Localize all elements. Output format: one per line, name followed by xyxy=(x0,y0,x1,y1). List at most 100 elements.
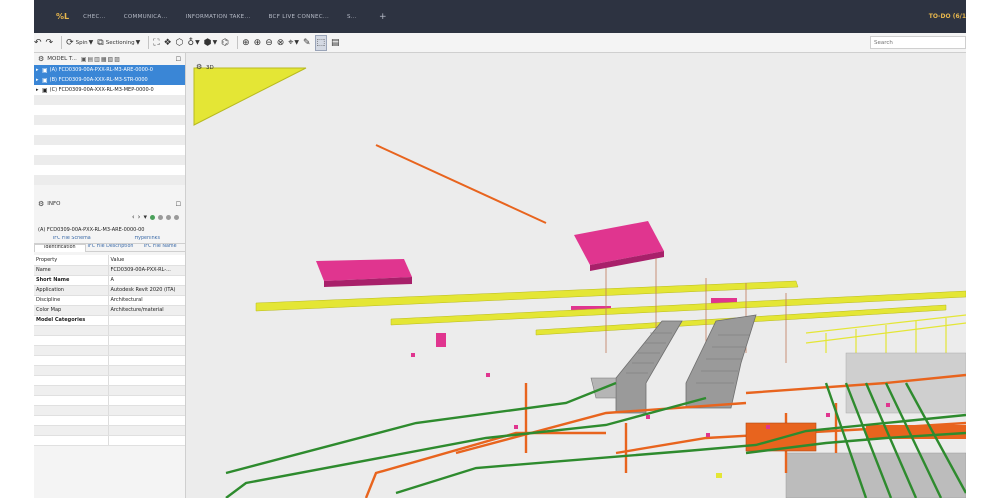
model-file-icon: ▣ xyxy=(42,66,48,74)
table-row[interactable]: Color Map Architecture/material xyxy=(34,305,185,316)
spin-label: Spin xyxy=(75,39,88,46)
yellow-truss[interactable] xyxy=(805,314,966,353)
tab-ifc-file-schema[interactable]: IFC File Schema xyxy=(34,236,110,244)
hide-objects-icon[interactable]: ⛶ xyxy=(153,35,159,51)
toolbar-divider xyxy=(237,36,239,49)
zoom-out-icon[interactable]: ⊖ xyxy=(265,35,273,51)
info-tabs-row-1: IFC File Schema Hyperlinks xyxy=(34,236,185,244)
property-value: Autodesk Revit 2020 (ITA) xyxy=(108,285,185,296)
chevron-down-icon: ▼ xyxy=(88,39,94,46)
tab-ifc-file-description[interactable]: IFC File Description xyxy=(85,244,136,252)
tab-ifc-file-name[interactable]: IFC File Name xyxy=(135,244,186,252)
empty-row xyxy=(34,155,185,165)
viewport-label: ⚙ 3D xyxy=(196,63,214,71)
tab-s[interactable]: S... xyxy=(347,14,357,20)
table-row[interactable]: Model Categories xyxy=(34,315,185,326)
tab-information-takeoff[interactable]: INFORMATION TAKE... xyxy=(186,14,251,20)
undo-icon[interactable]: ↶ xyxy=(34,35,42,51)
perspective-icon[interactable]: ⌬ xyxy=(221,35,229,51)
empty-row xyxy=(34,105,185,115)
toolbar-divider xyxy=(61,36,63,49)
tab-bcf-live-connect[interactable]: BCF LIVE CONNEC... xyxy=(269,14,329,20)
info-tabs-row-2: Identification IFC File Description IFC … xyxy=(34,244,186,252)
markup-icon[interactable]: ✎ xyxy=(303,35,311,51)
back-icon[interactable]: ‹ xyxy=(132,213,135,221)
table-row[interactable]: Short Name A xyxy=(34,275,185,286)
3d-scene[interactable] xyxy=(186,53,966,498)
toolbar-divider xyxy=(148,36,150,49)
ghost-objects-icon[interactable]: ❖ xyxy=(164,35,172,51)
empty-row xyxy=(34,365,185,376)
magenta-duct-box[interactable] xyxy=(436,333,446,347)
empty-row xyxy=(34,335,185,346)
column-header-value[interactable]: Value xyxy=(108,255,185,266)
todo-counter[interactable]: TO-DO (6/1 xyxy=(929,13,966,20)
magenta-duct-box[interactable] xyxy=(574,221,664,271)
transparency-icon[interactable]: ♁ ▼ xyxy=(188,35,200,51)
select-icon[interactable]: ⬚ xyxy=(314,34,328,51)
zoom-extents-icon[interactable]: ⊕ xyxy=(242,35,250,51)
zoom-window-icon[interactable]: ⊗ xyxy=(277,35,285,51)
3d-viewport[interactable]: ⚙ 3D xyxy=(186,53,966,498)
model-tree-tools-icon[interactable]: ▣▤▥▦▧▨ xyxy=(81,56,121,63)
add-tab-button[interactable]: + xyxy=(379,12,387,22)
tab-check[interactable]: CHEC... xyxy=(83,14,106,20)
property-key: Discipline xyxy=(34,295,109,306)
measure-icon[interactable]: ⌖ ▼ xyxy=(288,35,299,51)
property-table-header: Property Value xyxy=(34,255,185,266)
empty-row xyxy=(34,125,185,135)
yellow-slab[interactable] xyxy=(193,67,307,126)
chevron-down-icon: ▼ xyxy=(195,39,200,46)
chevron-down-icon[interactable]: ▾ xyxy=(143,213,147,221)
sectioning-button[interactable]: ⧉ Sectioning ▼ xyxy=(97,35,140,51)
empty-row xyxy=(34,355,185,366)
empty-row xyxy=(34,395,185,406)
tree-item-label: (B) FCD0309-00A-XXX-RL-M3-STR-0000 xyxy=(49,77,148,83)
maximize-icon[interactable]: ☐ xyxy=(176,201,181,208)
empty-row xyxy=(34,135,185,145)
property-value xyxy=(108,315,185,326)
empty-row xyxy=(34,415,185,426)
tree-item-model-a[interactable]: ▸ ▣ (A) FCD0309-00A-PXX-RL-M3-ARE-0000-0 xyxy=(34,65,185,75)
status-dot-icon xyxy=(158,214,163,220)
main-toolbar: ↶ ↷ ⟳ Spin ▼ ⧉ Sectioning ▼ ⛶ ❖ ⬡ ♁ ▼ ⬢ ▼ ⌬ ⊕ … xyxy=(34,33,966,53)
redo-icon[interactable]: ↷ xyxy=(46,35,54,51)
isolate-icon[interactable]: ⬡ xyxy=(176,35,184,51)
tree-item-label: (C) FCD0309-00A-XXX-RL-M3-MEP-0000-0 xyxy=(49,87,154,93)
escalator-left[interactable] xyxy=(590,320,683,414)
chevron-down-icon: ▼ xyxy=(294,39,299,46)
column-header-property[interactable]: Property xyxy=(34,255,109,266)
property-key: Short Name xyxy=(34,275,109,286)
info-title: INFO xyxy=(47,201,61,207)
search-input[interactable] xyxy=(870,36,966,49)
info-header: ⚙ INFO ☐ xyxy=(34,198,185,210)
spin-button[interactable]: ⟳ Spin ▼ xyxy=(66,35,93,51)
info-panel: ⚙ INFO ☐ ‹ › ▾ (A) FCD0309-00A-PXX-RL-M3… xyxy=(34,198,186,498)
zoom-in-icon[interactable]: ⊕ xyxy=(254,35,262,51)
maximize-icon[interactable]: ☐ xyxy=(176,56,181,63)
tree-item-model-c[interactable]: ▸ ▣ (C) FCD0309-00A-XXX-RL-M3-MEP-0000-0 xyxy=(34,85,185,95)
spin-icon: ⟳ xyxy=(66,37,74,48)
yellow-marker[interactable] xyxy=(716,473,722,478)
table-row[interactable]: Name FCD0309-00A-PXX-RL-... xyxy=(34,265,185,276)
app-window: %L CHEC... COMMUNICA... INFORMATION TAKE… xyxy=(34,0,966,498)
escalator-right[interactable] xyxy=(685,314,757,409)
forward-icon[interactable]: › xyxy=(138,213,141,221)
view-cube-icon[interactable]: ⬢ ▼ xyxy=(204,35,217,51)
property-table: Property Value Name FCD0309-00A-PXX-RL-.… xyxy=(34,255,185,446)
layers-icon[interactable]: ▤ xyxy=(331,35,340,51)
orange-pipe[interactable] xyxy=(375,144,547,224)
tab-communication[interactable]: COMMUNICA... xyxy=(124,14,168,20)
tab-hyperlinks[interactable]: Hyperlinks xyxy=(109,236,185,244)
table-row[interactable]: Discipline Architectural xyxy=(34,295,185,306)
tab-identification[interactable]: Identification xyxy=(34,244,86,252)
empty-row xyxy=(34,165,185,175)
selected-object-name: (A) FCD0309-00A-PXX-RL-M3-ARE-0000-00 xyxy=(34,224,185,236)
info-nav-row: ‹ › ▾ xyxy=(34,210,185,224)
app-logo: %L xyxy=(56,12,70,21)
tree-item-model-b[interactable]: ▸ ▣ (B) FCD0309-00A-XXX-RL-M3-STR-0000 xyxy=(34,75,185,85)
magenta-duct-box[interactable] xyxy=(316,259,412,287)
table-row[interactable]: Application Autodesk Revit 2020 (ITA) xyxy=(34,285,185,296)
model-tree-header: ⚙ MODEL T... ▣▤▥▦▧▨ ☐ xyxy=(34,53,185,65)
model-tree-title: MODEL T... xyxy=(47,56,77,62)
